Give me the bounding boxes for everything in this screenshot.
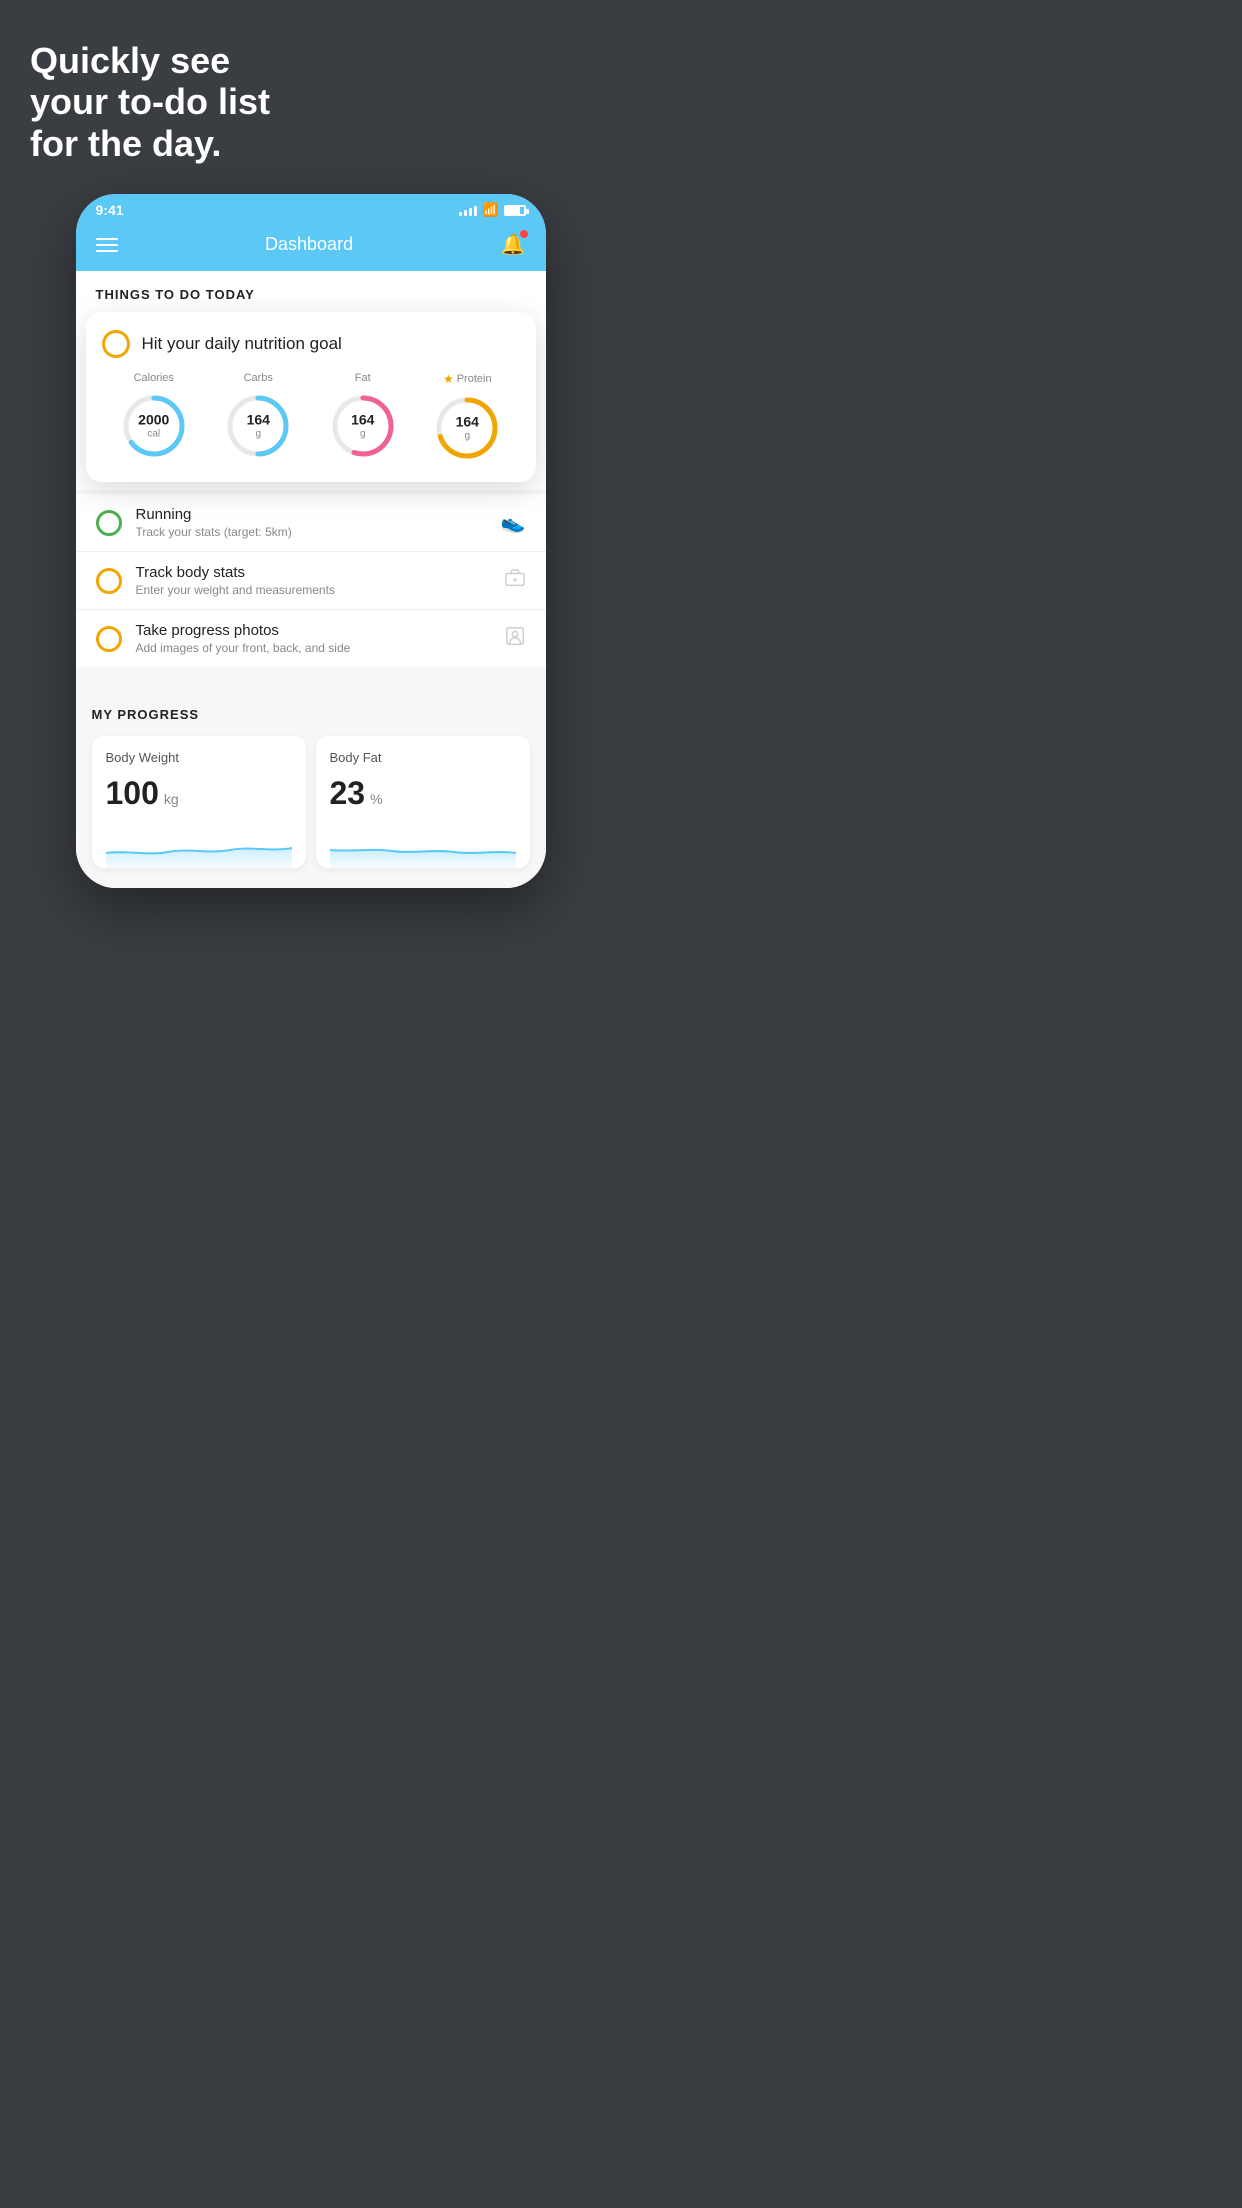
todo-item-body-stats[interactable]: Track body stats Enter your weight and m… (76, 552, 546, 610)
progress-section: MY PROGRESS Body Weight 100 kg (76, 687, 546, 888)
things-to-do-section: THINGS TO DO TODAY Hit your daily nutrit… (76, 271, 546, 490)
carbs-value-text: 164 g (247, 412, 270, 441)
app-header: Dashboard 🔔 (76, 222, 546, 271)
calories-value: 2000 (138, 412, 169, 429)
things-section-title: THINGS TO DO TODAY (96, 287, 526, 302)
running-icon: 👟 (501, 510, 526, 535)
todo-item-photos[interactable]: Take progress photos Add images of your … (76, 610, 546, 667)
body-weight-sparkline (106, 828, 292, 868)
body-weight-card[interactable]: Body Weight 100 kg (92, 736, 306, 868)
todo-list: Running Track your stats (target: 5km) 👟… (76, 494, 546, 667)
calories-label: Calories (134, 372, 174, 384)
body-fat-unit: % (370, 791, 382, 807)
carbs-unit: g (247, 429, 270, 441)
protein-value: 164 (456, 414, 479, 431)
battery-icon (504, 205, 526, 216)
todo-name-body-stats: Track body stats (136, 564, 490, 581)
calories-unit: cal (138, 429, 169, 441)
body-fat-value-row: 23 % (330, 775, 516, 812)
nutrition-card: Hit your daily nutrition goal Calories (86, 312, 536, 482)
macro-fat: Fat 164 g (327, 372, 399, 462)
protein-label: ★ Protein (443, 372, 492, 386)
protein-ring: 164 g (431, 392, 503, 464)
carbs-value: 164 (247, 412, 270, 429)
body-weight-label: Body Weight (106, 750, 292, 765)
macro-protein: ★ Protein 164 g (431, 372, 503, 464)
wifi-icon: 📶 (482, 202, 498, 218)
menu-icon[interactable] (96, 238, 118, 252)
nutrition-card-title: Hit your daily nutrition goal (142, 334, 342, 354)
person-icon (504, 625, 526, 653)
todo-text-body-stats: Track body stats Enter your weight and m… (136, 564, 490, 597)
todo-circle-body-stats (96, 568, 122, 594)
phone-content: THINGS TO DO TODAY Hit your daily nutrit… (76, 271, 546, 888)
todo-circle-photos (96, 626, 122, 652)
status-bar: 9:41 📶 (76, 194, 546, 222)
protein-unit: g (456, 431, 479, 443)
status-time: 9:41 (96, 202, 124, 218)
fat-value-text: 164 g (351, 412, 374, 441)
notification-dot (520, 230, 528, 238)
todo-name-photos: Take progress photos (136, 622, 490, 639)
todo-text-running: Running Track your stats (target: 5km) (136, 506, 487, 539)
todo-desc-body-stats: Enter your weight and measurements (136, 583, 490, 597)
background: Quickly seeyour to-do listfor the day. 9… (0, 0, 621, 1104)
body-fat-sparkline (330, 828, 516, 868)
signal-icon (459, 204, 477, 216)
status-icons: 📶 (459, 202, 525, 218)
protein-value-text: 164 g (456, 414, 479, 443)
progress-cards: Body Weight 100 kg (92, 736, 530, 868)
spacer (76, 667, 546, 687)
body-fat-card[interactable]: Body Fat 23 % (316, 736, 530, 868)
fat-unit: g (351, 429, 374, 441)
macro-calories: Calories 2000 cal (118, 372, 190, 462)
notification-bell-icon[interactable]: 🔔 (501, 232, 526, 257)
todo-item-running[interactable]: Running Track your stats (target: 5km) 👟 (76, 494, 546, 552)
todo-name-running: Running (136, 506, 487, 523)
nutrition-check-circle[interactable] (102, 330, 130, 358)
fat-label: Fat (355, 372, 371, 384)
fat-ring: 164 g (327, 390, 399, 462)
body-weight-unit: kg (164, 791, 179, 807)
todo-text-photos: Take progress photos Add images of your … (136, 622, 490, 655)
phone-mockup: 9:41 📶 Dashboard 🔔 (76, 194, 546, 888)
macro-carbs: Carbs 164 g (222, 372, 294, 462)
star-icon: ★ (443, 372, 454, 386)
carbs-label: Carbs (244, 372, 273, 384)
body-weight-value-row: 100 kg (106, 775, 292, 812)
calories-value-text: 2000 cal (138, 412, 169, 441)
nutrition-card-header: Hit your daily nutrition goal (102, 330, 520, 358)
progress-title: MY PROGRESS (92, 707, 530, 722)
todo-desc-photos: Add images of your front, back, and side (136, 641, 490, 655)
body-fat-value: 23 (330, 775, 366, 812)
macros-row: Calories 2000 cal (102, 372, 520, 464)
calories-ring: 2000 cal (118, 390, 190, 462)
fat-value: 164 (351, 412, 374, 429)
scale-icon (504, 567, 526, 595)
body-weight-value: 100 (106, 775, 159, 812)
carbs-ring: 164 g (222, 390, 294, 462)
body-fat-label: Body Fat (330, 750, 516, 765)
headline: Quickly seeyour to-do listfor the day. (20, 40, 601, 164)
todo-desc-running: Track your stats (target: 5km) (136, 525, 487, 539)
dashboard-title: Dashboard (265, 234, 353, 255)
todo-circle-running (96, 510, 122, 536)
